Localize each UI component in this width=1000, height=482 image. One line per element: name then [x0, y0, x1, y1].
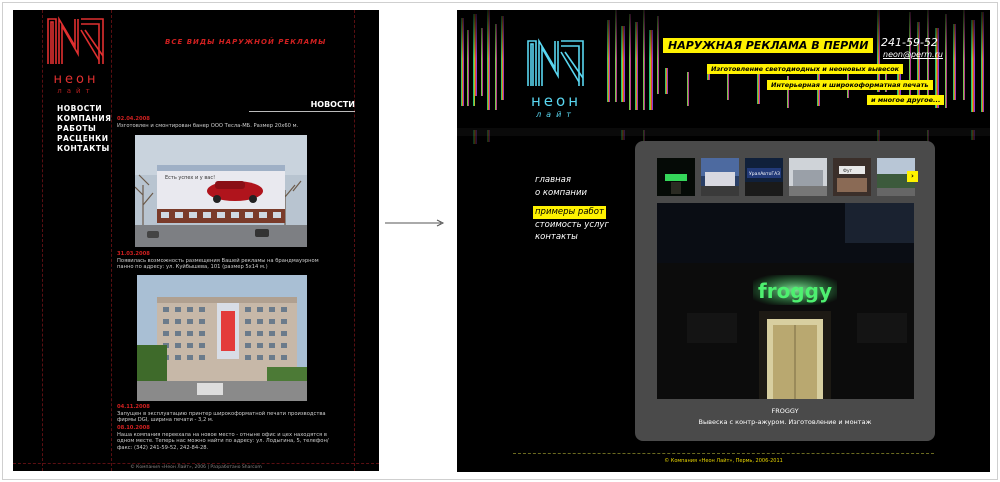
nav-item-home[interactable]: главная	[533, 174, 611, 187]
old-logo-word: неон	[53, 72, 99, 87]
froggy-sign-text: froggy	[758, 279, 832, 303]
neon-logo-mark-icon	[47, 16, 104, 64]
nav-item-portfolio[interactable]: примеры работ	[533, 206, 606, 219]
gallery-main-photo: froggy	[657, 203, 914, 399]
old-nav-item-prices[interactable]: РАСЦЕНКИ	[57, 134, 111, 144]
gallery-panel: УралАвтоГАЗ Фут › froggy FROGGY Вывеска …	[635, 141, 935, 441]
arrow-right-icon	[385, 219, 445, 227]
old-slogan: ВСЕ ВИДЫ НАРУЖНОЙ РЕКЛАМЫ	[165, 38, 327, 46]
gallery-thumbnail[interactable]	[657, 158, 695, 196]
photo-caption-text: Вывеска с контр-ажуром. Изготовление и м…	[698, 418, 872, 426]
building-photo	[137, 275, 307, 401]
phone-number: 241-59-52	[881, 36, 938, 49]
nav-item-contacts[interactable]: контакты	[533, 231, 611, 244]
email-link[interactable]: neon@perm.ru	[883, 50, 943, 59]
headline-banner: НАРУЖНАЯ РЕКЛАМА В ПЕРМИ	[663, 38, 874, 53]
old-logo[interactable]: неон лайт	[45, 16, 107, 100]
svg-text:УралАвтоГАЗ: УралАвтоГАЗ	[749, 171, 780, 177]
gallery-thumbnail[interactable]	[701, 158, 739, 196]
nav-item-prices[interactable]: стоимость услуг	[533, 219, 611, 232]
neon-logo-mark-icon	[527, 38, 584, 86]
old-nav: НОВОСТИ КОМПАНИЯ РАБОТЫ РАСЦЕНКИ КОНТАКТ…	[57, 104, 111, 154]
news-entry: 08.10.2008 Наша компания переехала на но…	[117, 425, 333, 451]
new-logo[interactable]: неон лайт	[521, 38, 591, 122]
layout-guide-line	[354, 10, 355, 471]
gallery-thumbnail[interactable]	[789, 158, 827, 196]
news-text: Запущен в эксплуатацию принтер широкофор…	[117, 410, 326, 424]
old-logo-word-2: лайт	[57, 87, 95, 95]
gallery-thumbnail[interactable]: УралАвтоГАЗ	[745, 158, 783, 196]
service-tag: Изготовление светодиодных и неоновых выв…	[707, 64, 904, 74]
old-footer: © Компания «Неон Лайт», 2006 | Разработа…	[130, 465, 262, 470]
old-nav-item-company[interactable]: КОМПАНИЯ	[57, 114, 111, 124]
old-site-screenshot: неон лайт ВСЕ ВИДЫ НАРУЖНОЙ РЕКЛАМЫ НОВО…	[13, 10, 379, 471]
old-nav-item-news[interactable]: НОВОСТИ	[57, 104, 111, 114]
news-entry: 31.03.2008 Появилась возможность размеще…	[117, 251, 333, 271]
layout-guide-line	[111, 10, 112, 471]
old-nav-item-works[interactable]: РАБОТЫ	[57, 124, 111, 134]
old-news-heading: НОВОСТИ	[249, 100, 355, 112]
new-logo-word: неон	[530, 92, 582, 110]
new-nav: главная о компании примеры работ стоимос…	[533, 174, 611, 244]
billboard-photo: Есть успех и у вас!	[135, 135, 307, 247]
new-site-screenshot: неон лайт НАРУЖНАЯ РЕКЛАМА В ПЕРМИ 241-5…	[457, 10, 990, 472]
news-entry: 02.04.2008 Изготовлен и смонтирован бане…	[117, 116, 333, 129]
billboard-text: Есть успех и у вас!	[165, 175, 215, 181]
gallery-thumbnail[interactable]: Фут	[833, 158, 871, 196]
layout-guide-line	[13, 463, 379, 464]
service-tag: и многое другое...	[867, 95, 945, 105]
layout-guide-line	[42, 10, 43, 471]
news-text: Изготовлен и смонтирован банер ООО Тесла…	[117, 122, 299, 129]
footer-divider	[513, 453, 934, 454]
service-tag: Интерьерная и широкоформатная печать	[767, 80, 933, 90]
news-entry: 04.11.2008 Запущен в эксплуатацию принте…	[117, 404, 333, 424]
photo-caption-title: FROGGY	[771, 407, 799, 415]
new-logo-word-2: лайт	[536, 110, 576, 119]
new-footer: © Компания «Неон Лайт», Пермь, 2006-2011	[664, 458, 783, 464]
thumbnail-strip: УралАвтоГАЗ Фут ›	[657, 158, 919, 197]
nav-item-about[interactable]: о компании	[533, 187, 611, 200]
news-text: Наша компания переехала на новое место -…	[117, 431, 329, 451]
thumbnail-next-button[interactable]: ›	[907, 171, 918, 182]
svg-text:Фут: Фут	[843, 168, 853, 174]
old-nav-item-contacts[interactable]: КОНТАКТЫ	[57, 144, 111, 154]
news-text: Появилась возможность размещения Вашей р…	[117, 257, 319, 271]
